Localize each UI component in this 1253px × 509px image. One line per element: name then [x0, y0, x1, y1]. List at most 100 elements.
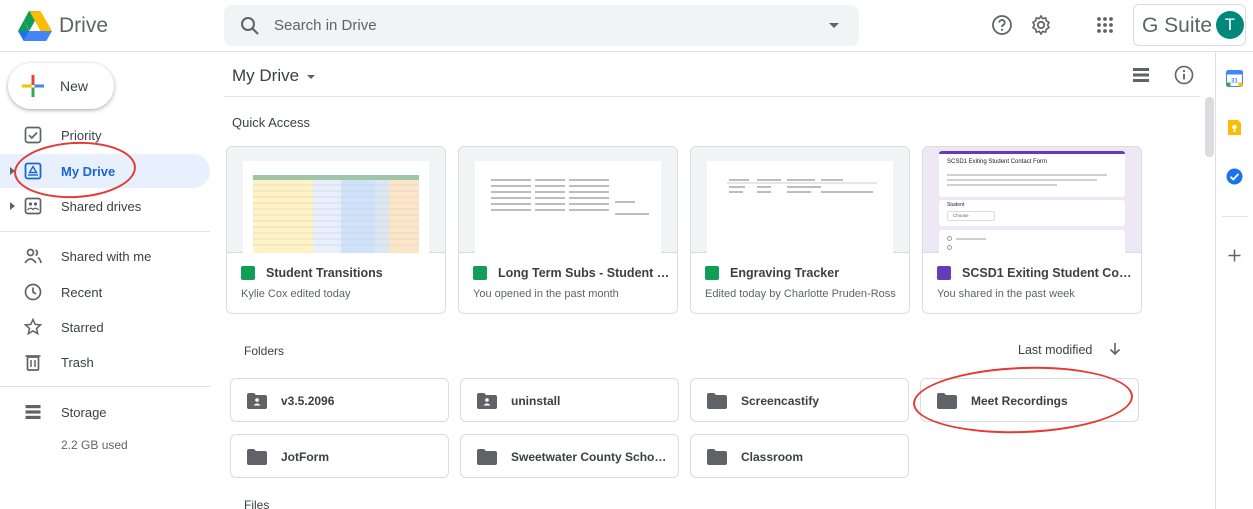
form-preview-field: Student [947, 202, 965, 208]
sidebar-item-recent[interactable]: Recent [0, 275, 210, 309]
sidebar-item-label: Shared drives [61, 199, 142, 214]
sidebar-item-shared-with-me[interactable]: Shared with me [0, 239, 210, 273]
folder-tile[interactable]: JotForm [230, 434, 449, 478]
help-icon[interactable] [991, 14, 1013, 36]
sidebar-item-priority[interactable]: Priority [0, 118, 210, 152]
file-activity: You opened in the past month [473, 288, 619, 300]
new-button[interactable]: New [8, 63, 114, 109]
folder-name: Meet Recordings [971, 394, 1068, 408]
form-question-card: Student Choose [939, 200, 1125, 226]
search-icon[interactable] [240, 16, 260, 36]
add-addon-icon[interactable] [1226, 247, 1243, 264]
form-preview-select-value: Choose [953, 213, 969, 218]
tasks-icon[interactable] [1226, 168, 1243, 185]
quick-access-card[interactable]: Engraving Tracker Edited today by Charlo… [690, 146, 910, 314]
folder-tile[interactable]: Sweetwater County School D... [460, 434, 679, 478]
file-name: Student Transitions [266, 266, 383, 280]
sort-by-button[interactable]: Last modified [1018, 343, 1092, 357]
form-header-card: SCSD1 Exiting Student Contact Form [939, 151, 1125, 197]
form-question-card [939, 230, 1125, 253]
my-drive-icon [24, 162, 42, 180]
folder-tile[interactable]: uninstall [460, 378, 679, 422]
search-input[interactable] [274, 5, 814, 46]
folder-name: Classroom [741, 450, 804, 464]
expand-arrow-icon[interactable] [10, 167, 15, 175]
folders-heading: Folders [244, 344, 285, 358]
search-bar[interactable] [224, 5, 859, 46]
quick-access-card[interactable]: Long Term Subs - Student Tea... You open… [458, 146, 678, 314]
sidebar-item-starred[interactable]: Starred [0, 310, 210, 344]
side-panel: 31 [1215, 52, 1253, 509]
gear-icon[interactable] [1030, 14, 1052, 36]
file-thumbnail [691, 147, 909, 253]
sidebar-item-shared-drives[interactable]: Shared drives [0, 189, 210, 223]
sidebar-item-label: Trash [61, 355, 94, 370]
gsuite-label: G Suite [1142, 14, 1213, 37]
sidebar-item-my-drive[interactable]: My Drive [0, 154, 210, 188]
form-preview-select: Choose [947, 211, 995, 221]
file-activity: Kylie Cox edited today [241, 288, 351, 300]
files-heading: Files [244, 498, 270, 509]
quick-access-heading: Quick Access [232, 115, 311, 130]
google-forms-icon [937, 266, 951, 280]
spreadsheet-preview [707, 161, 893, 253]
form-preview-title: SCSD1 Exiting Student Contact Form [947, 159, 1048, 165]
sidebar-divider [0, 231, 210, 232]
google-sheets-icon [473, 266, 487, 280]
quick-access-card[interactable]: Student Transitions Kylie Cox edited tod… [226, 146, 446, 314]
avatar[interactable]: T [1216, 11, 1244, 39]
apps-grid-icon[interactable] [1094, 14, 1116, 36]
google-drive-logo[interactable] [18, 11, 52, 41]
storage-used-text: 2.2 GB used [61, 438, 128, 452]
spreadsheet-preview [243, 161, 429, 253]
quick-access-card[interactable]: SCSD1 Exiting Student Contact Form Stude… [922, 146, 1142, 314]
search-options-icon[interactable] [829, 23, 839, 28]
sort-direction-icon[interactable] [1108, 342, 1122, 356]
file-activity: Edited today by Charlotte Pruden-Ross [705, 288, 896, 300]
calendar-icon[interactable]: 31 [1226, 70, 1243, 87]
folder-tile[interactable]: v3.5.2096 [230, 378, 449, 422]
sidebar-item-trash[interactable]: Trash [0, 345, 210, 379]
folder-name: Screencastify [741, 394, 820, 408]
app-name[interactable]: Drive [59, 14, 108, 38]
main-divider [224, 96, 1200, 97]
file-thumbnail [459, 147, 677, 253]
folder-icon [937, 393, 957, 409]
info-icon[interactable] [1174, 65, 1194, 85]
page-title[interactable]: My Drive [232, 66, 316, 86]
file-name: SCSD1 Exiting Student Contac... [962, 266, 1134, 280]
chevron-down-icon [307, 74, 316, 79]
sidebar-item-label: Storage [61, 405, 107, 420]
shared-folder-icon [477, 393, 497, 409]
sidebar-item-label: Recent [61, 285, 103, 300]
folder-icon [477, 449, 497, 465]
sidebar-item-label: Starred [61, 320, 104, 335]
plus-icon [22, 75, 44, 97]
folder-tile[interactable]: Classroom [690, 434, 909, 478]
sidebar-item-label: Shared with me [61, 249, 152, 264]
google-sheets-icon [705, 266, 719, 280]
trash-icon [25, 355, 41, 371]
file-thumbnail [227, 147, 445, 253]
folder-name: v3.5.2096 [281, 394, 335, 408]
google-sheets-icon [241, 266, 255, 280]
folder-name: uninstall [511, 394, 561, 408]
folder-icon [707, 393, 727, 409]
storage-icon [25, 405, 41, 419]
new-button-label: New [60, 78, 89, 94]
folder-tile[interactable]: Screencastify [690, 378, 909, 422]
file-activity: You shared in the past week [937, 288, 1075, 300]
file-thumbnail: SCSD1 Exiting Student Contact Form Stude… [923, 147, 1141, 253]
expand-arrow-icon[interactable] [10, 202, 15, 210]
main-scrollbar-thumb[interactable] [1205, 97, 1214, 157]
folder-tile[interactable]: Meet Recordings [920, 378, 1139, 422]
list-view-icon[interactable] [1132, 67, 1150, 83]
keep-icon[interactable] [1226, 119, 1243, 136]
svg-text:31: 31 [1231, 79, 1238, 85]
folder-name: JotForm [281, 450, 329, 464]
gsuite-account-switcher[interactable]: G Suite T [1133, 4, 1246, 46]
sidebar-item-storage[interactable]: Storage [0, 395, 210, 429]
side-panel-divider [1222, 216, 1248, 217]
priority-icon [24, 126, 42, 144]
file-name: Long Term Subs - Student Tea... [498, 266, 670, 280]
